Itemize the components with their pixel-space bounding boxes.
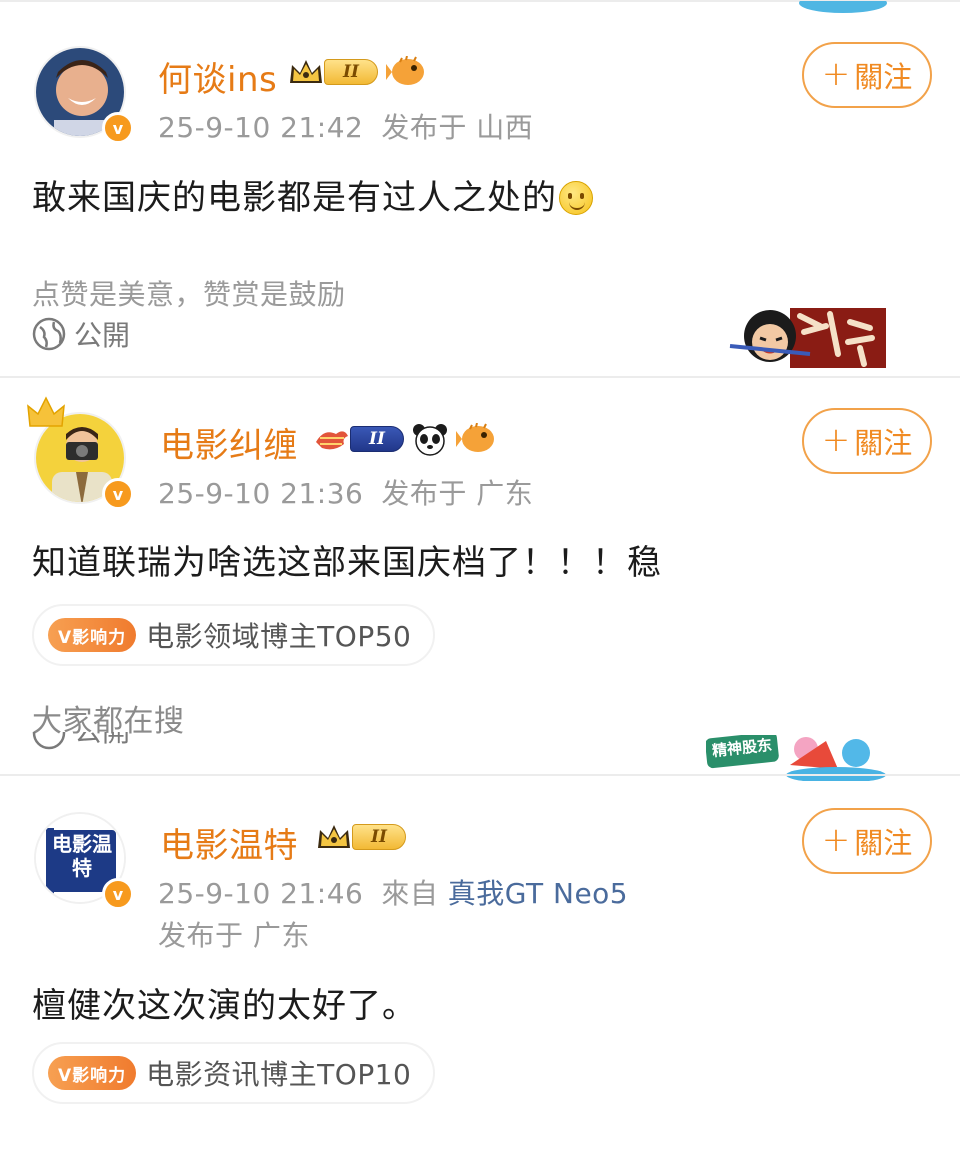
username[interactable]: 电影纠缠	[160, 418, 298, 467]
verified-badge: v	[102, 878, 134, 910]
avatar-text: 电影温特	[52, 832, 112, 880]
post-text: 敢来国庆的电影都是有过人之处的	[32, 178, 557, 218]
post-content: 知道联瑞为啥选这部来国庆档了！！！稳	[32, 543, 662, 583]
user-badges: II	[316, 822, 406, 852]
rank-level: II	[352, 824, 406, 850]
post-content: 檀健次这次演的太好了。	[32, 986, 417, 1026]
panda-icon	[413, 424, 447, 456]
follow-label: 關注	[854, 60, 913, 94]
influence-tag[interactable]: V影响力 电影领域博主TOP50	[32, 604, 436, 666]
previous-post-sticker	[795, 0, 890, 14]
timestamp: 25-9-10 21:36	[158, 477, 364, 510]
visibility: 公開	[32, 314, 130, 354]
globe-icon	[32, 732, 66, 750]
location: 发布于 广东	[381, 477, 534, 510]
visibility-label: 公開	[74, 319, 131, 352]
verified-badge: v	[102, 112, 134, 144]
smile-emoji-icon	[559, 181, 593, 215]
avatar[interactable]: 电影温特 v	[34, 812, 134, 910]
follow-label: 關注	[854, 826, 913, 860]
post-divider	[0, 774, 960, 776]
reward-text: 点赞是美意，赞赏是鼓励	[32, 278, 346, 311]
follow-button[interactable]: + 關注	[802, 42, 932, 108]
pufferfish-icon	[456, 423, 494, 452]
location: 发布于 山西	[381, 111, 534, 144]
dragon-icon	[316, 431, 348, 450]
influence-text: 电影资讯博主TOP10	[146, 1058, 412, 1091]
influence-badge: V影响力	[48, 1056, 137, 1090]
influence-badge: V影响力	[48, 618, 137, 652]
post-meta: 25-9-10 21:36 发布于 广东	[158, 472, 533, 512]
crown-icon	[27, 396, 65, 427]
follow-label: 關注	[854, 426, 913, 460]
avatar[interactable]: v	[34, 46, 134, 144]
visibility-label: 公開	[74, 732, 130, 750]
plus-icon: +	[821, 53, 851, 94]
post-divider	[0, 376, 960, 378]
globe-icon	[32, 317, 66, 351]
rank-badge: II	[288, 57, 378, 87]
rank-badge: II	[314, 424, 404, 454]
username[interactable]: 电影温特	[160, 818, 298, 867]
post-meta: 25-9-10 21:42 发布于 山西	[158, 106, 533, 146]
user-badges: II	[314, 422, 496, 456]
plus-icon: +	[821, 819, 851, 860]
timestamp: 25-9-10 21:42	[158, 111, 364, 144]
influence-text: 电影领域博主TOP50	[146, 620, 412, 653]
location: 发布于 广东	[158, 919, 310, 952]
post-content: 敢来国庆的电影都是有过人之处的	[32, 170, 593, 219]
timestamp: 25-9-10 21:46	[158, 877, 364, 910]
verified-badge: v	[102, 478, 134, 510]
follow-button[interactable]: + 關注	[802, 408, 932, 474]
crown-icon	[290, 60, 322, 83]
follow-button[interactable]: + 關注	[802, 808, 932, 874]
rank-level: II	[350, 426, 404, 452]
avatar[interactable]: v	[27, 396, 134, 510]
user-badges: II	[288, 56, 426, 88]
pufferfish-icon	[386, 56, 424, 85]
source-prefix: 來自	[381, 877, 439, 910]
device-link[interactable]: 真我GT Neo5	[448, 877, 628, 910]
post-meta: 25-9-10 21:46 來自 真我GT Neo5	[158, 872, 628, 912]
visibility: 公開	[32, 732, 130, 750]
username[interactable]: 何谈ins	[158, 52, 277, 101]
influence-tag[interactable]: V影响力 电影资讯博主TOP10	[32, 1042, 436, 1104]
rank-badge: II	[316, 822, 406, 852]
plus-icon: +	[821, 419, 851, 460]
rank-level: II	[324, 59, 378, 85]
crown-icon	[318, 825, 350, 848]
cartoon-sticker	[720, 302, 890, 372]
